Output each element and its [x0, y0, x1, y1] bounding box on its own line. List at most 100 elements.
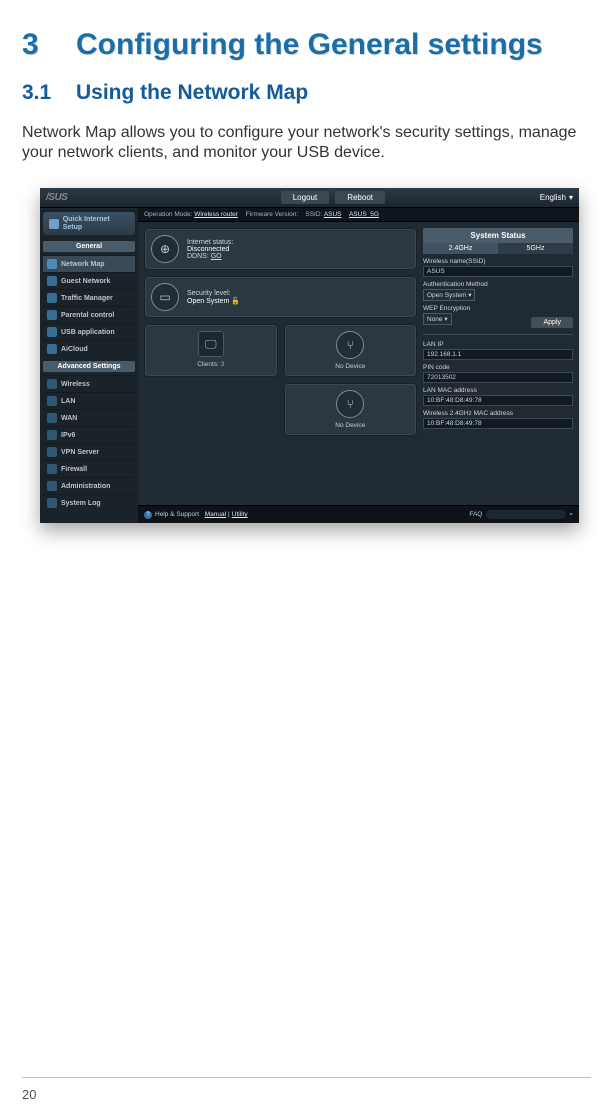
vpn-icon — [47, 447, 57, 457]
language-label: English — [540, 193, 566, 202]
sidebar-item-ipv6[interactable]: IPv6 — [43, 426, 135, 443]
sidebar-item-label: VPN Server — [61, 449, 99, 456]
security-card[interactable]: ▭ Security level: Open System 🔓 — [144, 276, 417, 318]
sidebar-item-parental-control[interactable]: Parental control — [43, 306, 135, 323]
separator: | — [228, 511, 230, 518]
section-number: 3.1 — [22, 81, 76, 105]
tab-5ghz[interactable]: 5GHz — [498, 243, 573, 254]
internet-status-value: Disconnected — [187, 246, 233, 253]
ssid-label: SSID: — [305, 211, 322, 218]
usb-card-2[interactable]: ⑂ No Device — [284, 383, 418, 436]
parental-control-icon — [47, 310, 57, 320]
clients-count: 3 — [221, 361, 225, 368]
clients-label: Clients: — [197, 361, 219, 368]
language-selector[interactable]: English ▾ — [540, 193, 573, 202]
wireless-name-input[interactable]: ASUS — [423, 266, 573, 277]
lan-ip-label: LAN IP — [423, 341, 573, 348]
monitor-icon: 🖵 — [198, 331, 224, 357]
usb-icon: ⑂ — [336, 390, 364, 418]
quick-internet-setup[interactable]: Quick Internet Setup — [43, 212, 135, 235]
no-device-label: No Device — [291, 363, 411, 370]
sidebar-item-label: Firewall — [61, 466, 87, 473]
search-icon[interactable]: ⌕ — [569, 511, 573, 519]
usb-card-1[interactable]: ⑂ No Device — [284, 324, 418, 377]
operation-mode-value[interactable]: Wireless router — [194, 211, 238, 218]
aicloud-icon — [47, 344, 57, 354]
utility-link[interactable]: Utility — [232, 511, 248, 518]
ssid-value-1[interactable]: ASUS — [324, 211, 342, 218]
ddns-link[interactable]: GO — [211, 253, 222, 260]
sidebar-item-administration[interactable]: Administration — [43, 477, 135, 494]
sidebar-advanced-header: Advanced Settings — [43, 361, 135, 372]
unlock-icon: 🔓 — [231, 298, 240, 305]
lan-mac-label: LAN MAC address — [423, 387, 573, 394]
page-number: 20 — [22, 1087, 36, 1102]
footer-rule — [22, 1077, 591, 1078]
pin-code-label: PIN code — [423, 364, 573, 371]
security-level-value: Open System — [187, 298, 229, 305]
sidebar-item-lan[interactable]: LAN — [43, 392, 135, 409]
wan-icon — [47, 413, 57, 423]
sidebar-item-wan[interactable]: WAN — [43, 409, 135, 426]
sidebar-item-traffic-manager[interactable]: Traffic Manager — [43, 289, 135, 306]
chevron-down-icon: ▾ — [569, 193, 573, 202]
usb-application-icon — [47, 327, 57, 337]
operation-mode-label: Operation Mode: — [144, 211, 192, 218]
sidebar-item-label: LAN — [61, 398, 75, 405]
auth-method-select[interactable]: Open System ▾ — [423, 289, 475, 301]
ipv6-icon — [47, 430, 57, 440]
globe-icon: ⊕ — [151, 235, 179, 263]
security-level-label: Security level: — [187, 290, 240, 297]
apply-button[interactable]: Apply — [531, 317, 573, 328]
sidebar-item-label: Guest Network — [61, 278, 110, 285]
sidebar-item-label: Network Map — [61, 261, 105, 268]
manual-link[interactable]: Manual — [205, 511, 226, 518]
sidebar-item-label: Traffic Manager — [61, 295, 113, 302]
internet-status-card[interactable]: ⊕ Internet status: Disconnected DDNS: GO — [144, 228, 417, 270]
faq-label: FAQ — [469, 511, 482, 518]
wireless-mac-label: Wireless 2.4GHz MAC address — [423, 410, 573, 417]
wireless-icon — [47, 379, 57, 389]
network-map-icon — [47, 259, 57, 269]
help-support-label: Help & Support — [155, 511, 199, 518]
administration-icon — [47, 481, 57, 491]
quick-setup-icon — [49, 219, 59, 229]
ssid-value-2[interactable]: ASUS_5G — [349, 211, 379, 218]
sidebar-item-usb-application[interactable]: USB application — [43, 323, 135, 340]
quick-setup-label: Quick Internet Setup — [63, 216, 129, 231]
pin-code-value: 72013502 — [423, 372, 573, 383]
sidebar-item-label: Parental control — [61, 312, 114, 319]
guest-network-icon — [47, 276, 57, 286]
logout-button[interactable]: Logout — [281, 191, 329, 204]
lan-ip-value: 192.168.1.1 — [423, 349, 573, 360]
sidebar-item-network-map[interactable]: Network Map — [43, 255, 135, 272]
internet-status-label: Internet status: — [187, 239, 233, 246]
lan-mac-value: 10:BF:48:D8:49:78 — [423, 395, 573, 406]
clients-card[interactable]: 🖵 Clients: 3 — [144, 324, 278, 377]
chapter-title: Configuring the General settings — [76, 28, 543, 63]
info-bar: Operation Mode: Wireless router Firmware… — [138, 208, 579, 222]
sidebar-item-system-log[interactable]: System Log — [43, 494, 135, 511]
sidebar-item-label: System Log — [61, 500, 101, 507]
tab-24ghz[interactable]: 2.4GHz — [423, 243, 498, 254]
faq-search-input[interactable] — [486, 510, 566, 519]
sidebar-item-firewall[interactable]: Firewall — [43, 460, 135, 477]
chapter-number: 3 — [22, 28, 76, 62]
sidebar-item-guest-network[interactable]: Guest Network — [43, 272, 135, 289]
sidebar-item-aicloud[interactable]: AiCloud — [43, 340, 135, 357]
sidebar-item-wireless[interactable]: Wireless — [43, 375, 135, 392]
router-ui-screenshot: /SUS Logout Reboot English ▾ Quick Inter… — [40, 188, 579, 523]
sidebar-item-label: USB application — [61, 329, 115, 336]
traffic-manager-icon — [47, 293, 57, 303]
help-icon: ? — [144, 511, 152, 519]
sidebar-item-label: WAN — [61, 415, 77, 422]
firewall-icon — [47, 464, 57, 474]
sidebar-item-vpn-server[interactable]: VPN Server — [43, 443, 135, 460]
no-device-label: No Device — [291, 422, 411, 429]
sidebar-item-label: AiCloud — [61, 346, 88, 353]
intro-paragraph: Network Map allows you to configure your… — [22, 123, 591, 165]
wep-encryption-select[interactable]: None ▾ — [423, 313, 452, 325]
usb-icon: ⑂ — [336, 331, 364, 359]
reboot-button[interactable]: Reboot — [335, 191, 385, 204]
wireless-name-label: Wireless name(SSID) — [423, 258, 573, 265]
